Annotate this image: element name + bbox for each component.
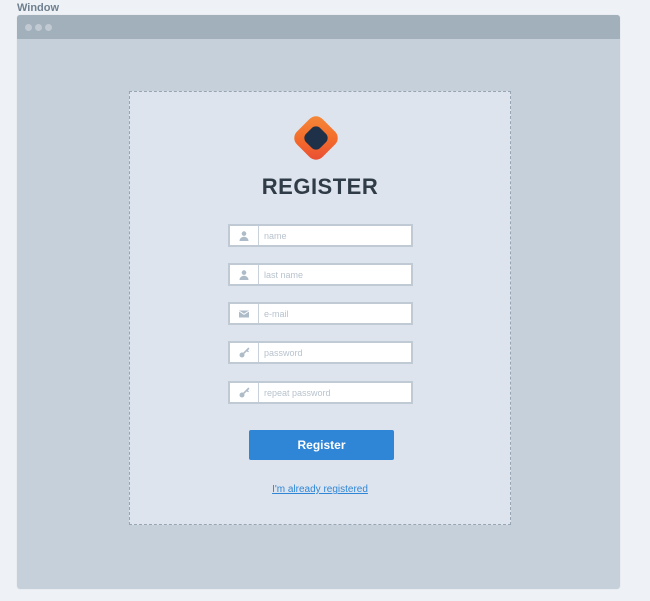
window-titlebar[interactable] <box>17 15 620 39</box>
window-dot-close[interactable] <box>25 23 32 31</box>
user-icon <box>230 265 259 284</box>
last-name-input[interactable] <box>259 265 411 284</box>
register-panel: REGISTER name last name e-mail Register … <box>129 91 511 525</box>
name-field[interactable] <box>228 224 413 247</box>
key-icon <box>230 383 259 402</box>
window-label: Window <box>17 2 60 14</box>
email-input[interactable] <box>259 304 411 323</box>
app-logo-icon <box>294 116 338 160</box>
last-name-field[interactable] <box>228 263 413 286</box>
password-field[interactable] <box>228 341 413 364</box>
window: REGISTER name last name e-mail Register … <box>17 15 620 589</box>
email-field[interactable] <box>228 302 413 325</box>
key-icon <box>230 343 259 362</box>
window-dot-minimize[interactable] <box>35 23 42 31</box>
window-dot-maximize[interactable] <box>45 23 52 31</box>
name-input[interactable] <box>259 226 411 245</box>
repeat-password-input[interactable] <box>259 383 411 402</box>
mail-icon <box>230 304 259 323</box>
page-title: REGISTER <box>261 174 379 199</box>
user-icon <box>230 226 259 245</box>
register-button[interactable]: Register <box>249 430 394 460</box>
repeat-password-field[interactable] <box>228 381 413 404</box>
already-registered-link[interactable]: I'm already registered <box>130 484 510 495</box>
password-input[interactable] <box>259 343 411 362</box>
